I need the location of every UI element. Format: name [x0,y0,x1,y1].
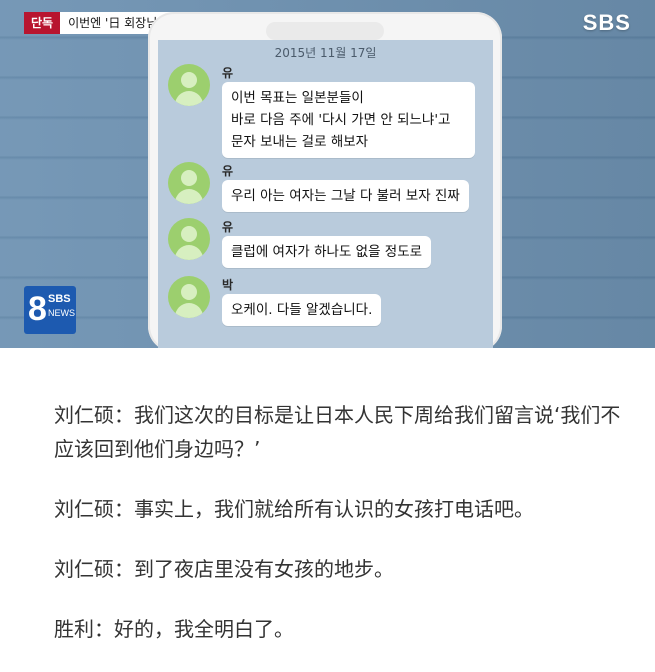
message-bubble: 오케이. 다들 알겠습니다. [222,294,382,326]
translation-line: 刘仁硕：我们这次的目标是让日本人民下周给我们留言说‘我们不应该回到他们身边吗？’ [54,403,621,461]
message-line: 오케이. 다들 알겠습니다. [231,302,373,318]
translation-line: 刘仁硕：事实上，我们就给所有认识的女孩打电话吧。 [54,497,534,521]
message-line: 문자 보내는 걸로 해보자 [231,134,369,150]
translation-text: 刘仁硕：我们这次的目标是让日本人民下周给我们留言说‘我们不应该回到他们身边吗？’… [54,398,639,672]
message-bubble: 이번 목표는 일본분들이 바로 다음 주에 '다시 가면 안 되느냐'고 문자 … [222,82,475,158]
avatar-icon [168,276,210,318]
sbs-news-badge: 8 SBS NEWS [24,286,76,334]
message-line: 바로 다음 주에 '다시 가면 안 되느냐'고 [231,112,451,128]
avatar-icon [168,64,210,106]
message-line: 우리 아는 여자는 그날 다 불러 보자 진짜 [231,188,460,204]
news-video-frame: 단독 이번엔 '日 회장님' 성접대 의혹 SBS 2015년 11월 17일 … [0,0,655,348]
badge-sbs: SBS [48,293,71,305]
avatar-icon [168,162,210,204]
message-line: 클럽에 여자가 하나도 없을 정도로 [231,244,423,260]
sbs-logo: SBS [582,10,631,35]
phone-notch [266,22,384,40]
badge-news: NEWS [48,308,75,318]
translation-line: 刘仁硕：到了夜店里没有女孩的地步。 [54,557,394,581]
message-line: 이번 목표는 일본분들이 [231,90,364,106]
chat-date: 2015년 11월 17일 [274,46,377,60]
message-bubble: 우리 아는 여자는 그날 다 불러 보자 진짜 [222,180,469,212]
translation-line: 胜利：好的，我全明白了。 [54,617,294,641]
exclusive-tag: 단독 [24,12,61,34]
chat-screen: 2015년 11월 17일 유인석 이번 목표는 일본분들이 바로 다음 주에 … [158,40,493,348]
avatar-icon [168,218,210,260]
message-bubble: 클럽에 여자가 하나도 없을 정도로 [222,236,432,268]
badge-number: 8 [28,290,47,328]
